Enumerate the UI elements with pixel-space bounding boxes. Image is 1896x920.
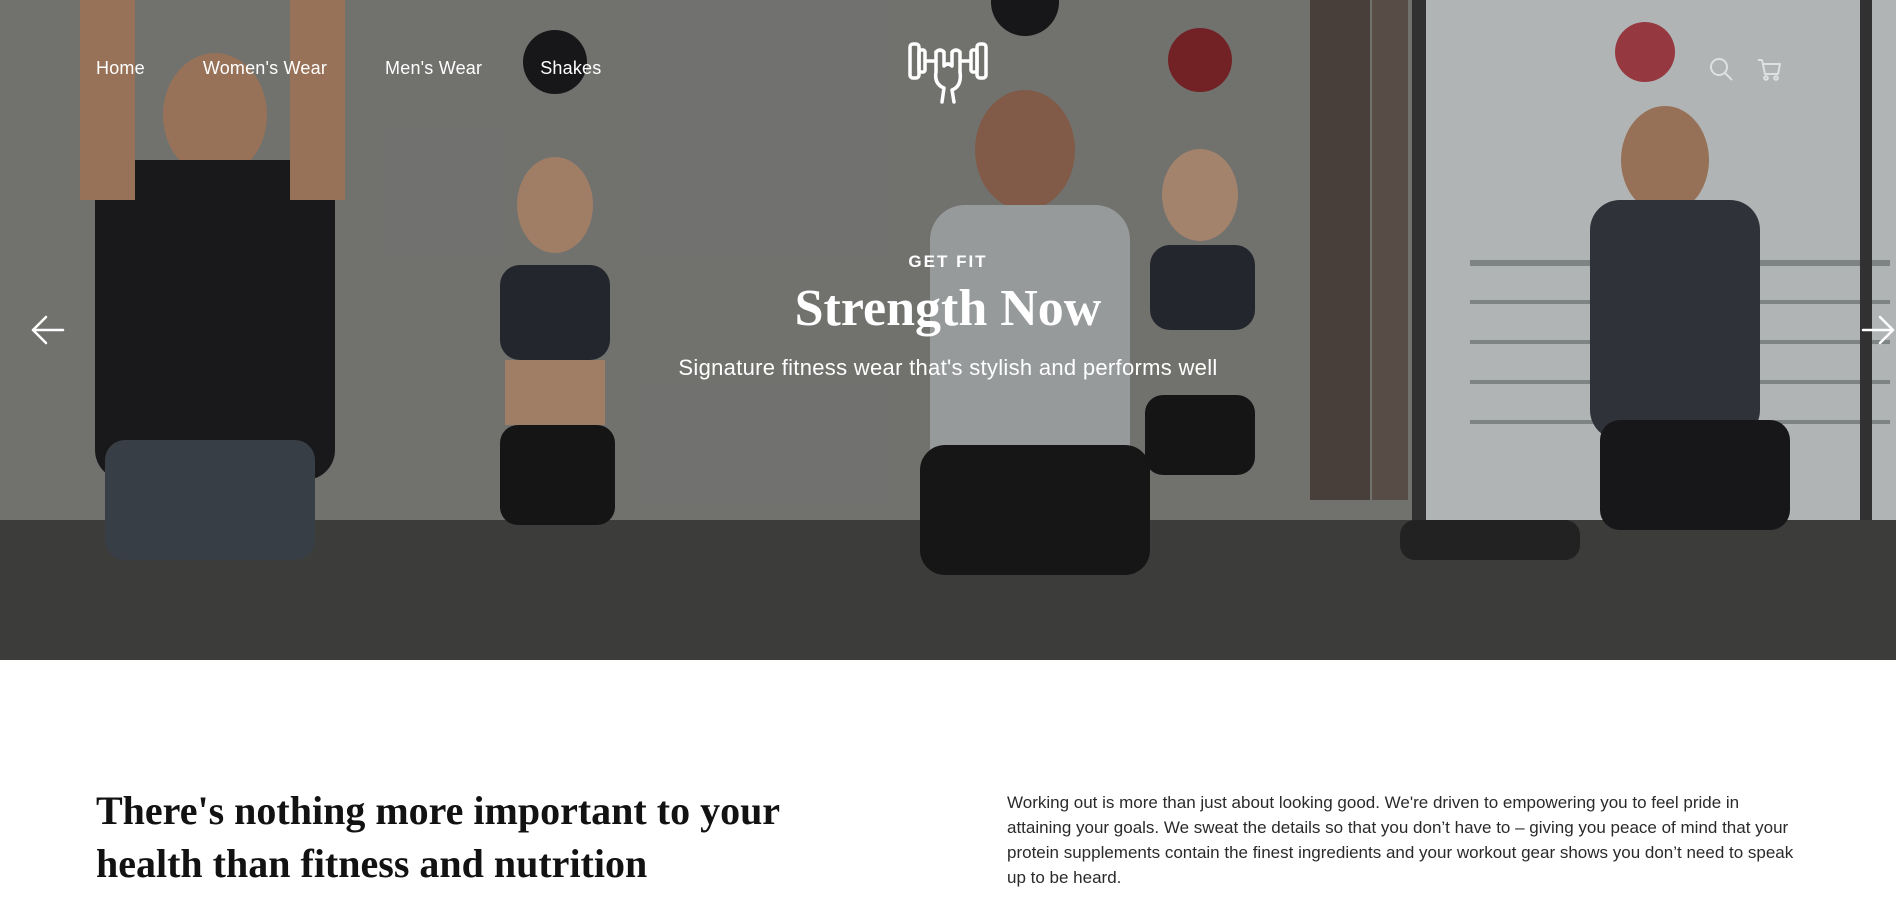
cart-icon[interactable] bbox=[1756, 56, 1782, 82]
flexed-arm-dumbbell-logo[interactable] bbox=[906, 38, 990, 104]
nav-item-womens-wear[interactable]: Women's Wear bbox=[203, 58, 327, 79]
hero-kicker: GET FIT bbox=[908, 252, 988, 271]
intro-body: Working out is more than just about look… bbox=[1007, 793, 1794, 887]
main-nav: Home Women's Wear Men's Wear Shakes bbox=[96, 58, 601, 79]
nav-item-home[interactable]: Home bbox=[96, 58, 145, 79]
hero-slideshow: Home Women's Wear Men's Wear Shakes GET … bbox=[0, 0, 1896, 660]
intro-heading: There's nothing more important to your h… bbox=[96, 788, 780, 886]
search-icon[interactable] bbox=[1708, 56, 1734, 82]
nav-item-mens-wear[interactable]: Men's Wear bbox=[385, 58, 482, 79]
hero-caption: GET FIT Strength Now Signature fitness w… bbox=[0, 252, 1896, 381]
nav-item-shakes[interactable]: Shakes bbox=[540, 58, 601, 79]
header-icons bbox=[1708, 56, 1782, 82]
intro-section: There's nothing more important to your h… bbox=[0, 660, 1896, 920]
hero-title: Strength Now bbox=[794, 280, 1102, 337]
hero-subtitle: Signature fitness wear that's stylish an… bbox=[678, 354, 1218, 380]
